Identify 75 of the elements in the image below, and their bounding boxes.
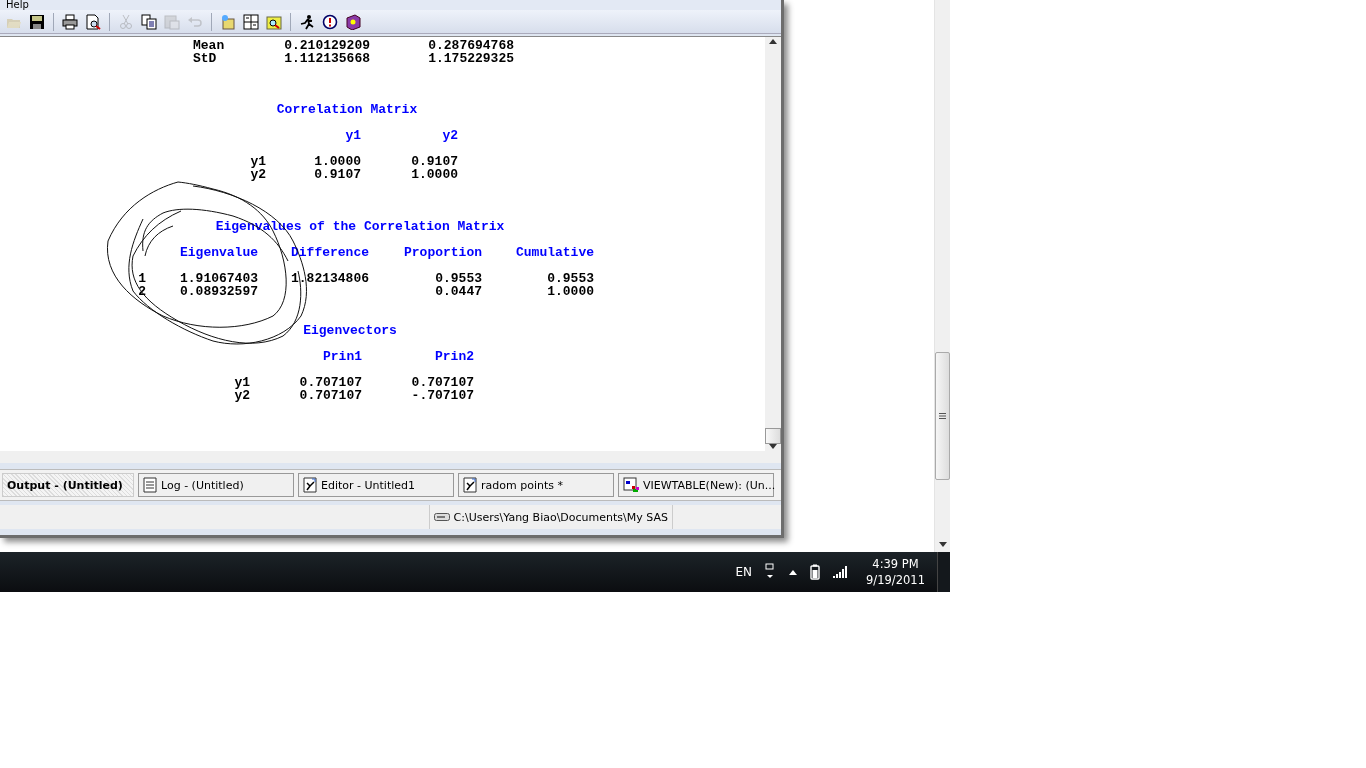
scroll-up-icon[interactable]: [769, 39, 777, 44]
statistic-value: 0.287694768: [427, 39, 514, 52]
toolbar-preview-button[interactable]: [83, 11, 103, 32]
drive-icon: [433, 512, 450, 522]
battery-icon[interactable]: [810, 564, 821, 580]
vertical-scrollbar[interactable]: [765, 37, 781, 451]
editor-document-icon: [463, 477, 477, 493]
clock[interactable]: 4:39 PM 9/19/2011: [866, 556, 925, 588]
window-tab[interactable]: Editor - Untitled1: [298, 473, 454, 497]
row-label: y2: [249, 168, 266, 181]
scroll-thumb[interactable]: [935, 352, 950, 480]
table-value: 0.9553: [434, 272, 482, 285]
scroll-thumb[interactable]: [765, 428, 781, 444]
row-label: y2: [233, 389, 250, 402]
status-path: C:\Users\Yang Biao\Documents\My SAS: [428, 505, 673, 529]
toolbar-copy-button[interactable]: [139, 11, 159, 32]
table-title: Eigenvectors: [302, 324, 398, 337]
language-options-icon[interactable]: [764, 563, 777, 581]
table-value: 0.9107: [410, 155, 458, 168]
table-value: 0.707107: [410, 376, 474, 389]
table-title: Correlation Matrix: [275, 103, 419, 116]
window-tab[interactable]: VIEWTABLE(New): (Un...: [618, 473, 774, 497]
cut-icon: [118, 13, 134, 30]
time-text: 4:39 PM: [872, 556, 919, 572]
table-value: 1.82134806: [290, 272, 369, 285]
horizontal-scrollbar[interactable]: [0, 451, 781, 463]
row-label: y1: [249, 155, 266, 168]
find-icon: [266, 13, 282, 30]
table-value: 1.91067403: [179, 272, 258, 285]
scroll-down-icon[interactable]: [938, 542, 947, 547]
preview-icon: [85, 13, 101, 30]
copy-icon: [141, 13, 157, 30]
column-header: y1: [344, 129, 361, 142]
statistic-label: Mean: [193, 39, 226, 52]
table-value: 0.707107: [298, 376, 362, 389]
page-scrollbar[interactable]: [934, 0, 950, 552]
grip-icon: [939, 413, 946, 419]
column-header: Eigenvalue: [179, 246, 258, 259]
column-header: Cumulative: [515, 246, 594, 259]
table-value: 0.707107: [298, 389, 362, 402]
table-value: -.707107: [410, 389, 474, 402]
statistic-label: StD: [193, 52, 218, 65]
table-value: 1.0000: [313, 155, 361, 168]
signal-bars-icon[interactable]: [832, 566, 849, 578]
table-value: 0.9107: [313, 168, 361, 181]
show-hidden-icons-icon[interactable]: [788, 568, 799, 576]
column-header: Proportion: [403, 246, 482, 259]
statistic-value: 0.210129209: [283, 39, 370, 52]
date-text: 9/19/2011: [866, 572, 925, 588]
toolbar-print-button[interactable]: [60, 11, 80, 32]
editor-document-icon: [303, 477, 317, 493]
paste-icon: [164, 13, 180, 30]
window-tab[interactable]: Log - (Untitled): [138, 473, 294, 497]
save-icon: [29, 13, 45, 30]
table-value: 1.0000: [546, 285, 594, 298]
column-header: Prin2: [434, 350, 474, 363]
table-value: 0.0447: [434, 285, 482, 298]
table-value: 0.08932597: [179, 285, 258, 298]
document-icon: [143, 477, 157, 493]
column-header: y2: [441, 129, 458, 142]
row-label: 1: [137, 272, 146, 285]
table-value: 0.9553: [546, 272, 594, 285]
statistic-value: 1.112135668: [283, 52, 370, 65]
window-tab[interactable]: Output - (Untitled): [2, 473, 134, 497]
window-tab[interactable]: radom points *: [458, 473, 614, 497]
language-indicator[interactable]: EN: [735, 565, 753, 579]
run-icon: [299, 13, 315, 30]
print-icon: [62, 13, 78, 30]
table-value: 1.0000: [410, 168, 458, 181]
menu-item[interactable]: Help: [6, 0, 29, 10]
statistic-value: 1.175229325: [427, 52, 514, 65]
column-header: Difference: [290, 246, 369, 259]
column-header: Prin1: [322, 350, 362, 363]
table-grid-icon: [623, 477, 639, 493]
row-label: y1: [233, 376, 250, 389]
